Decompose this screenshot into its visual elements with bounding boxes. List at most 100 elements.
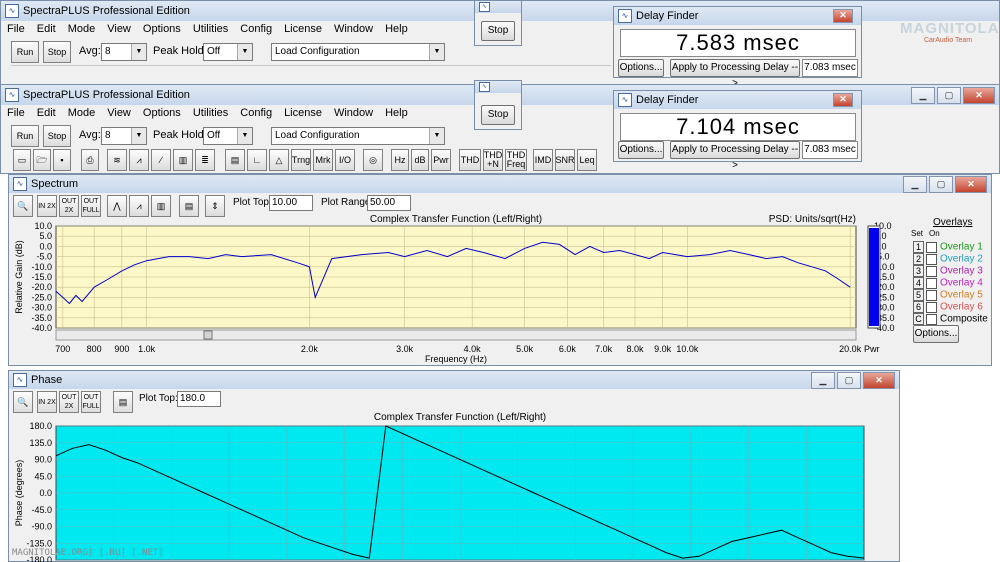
menu-help[interactable]: Help — [385, 107, 408, 119]
menu-license[interactable]: License — [284, 23, 322, 35]
thd-n-button[interactable]: THD +N — [483, 149, 503, 171]
maximize-icon[interactable]: ▢ — [937, 87, 961, 104]
delay-options-button[interactable]: Options... — [618, 59, 664, 77]
overlay-set-button[interactable]: 5 — [913, 289, 924, 301]
overlay-item[interactable]: 6 Overlay 6 — [913, 301, 983, 313]
run-button[interactable]: Run — [11, 41, 39, 63]
load-configuration-select[interactable]: Load Configuration ▼ — [271, 43, 445, 61]
close-icon[interactable]: ✕ — [955, 176, 987, 193]
menu-config[interactable]: Config — [240, 107, 272, 119]
processing-delay-field[interactable]: 7.083 msec — [802, 59, 858, 77]
overlay-item[interactable]: 3 Overlay 3 — [913, 265, 983, 277]
load-configuration-select[interactable]: Load Configuration ▼ — [271, 127, 445, 145]
menu-utilities[interactable]: Utilities — [193, 23, 228, 35]
new-file-icon[interactable]: ▭ — [13, 149, 31, 171]
leq-button[interactable]: Leq — [577, 149, 597, 171]
peak-hold-select[interactable]: Off ▼ — [203, 43, 253, 61]
waveform-icon[interactable]: ≋ — [107, 149, 127, 171]
overlay-checkbox[interactable] — [926, 301, 937, 313]
db-button[interactable]: dB — [411, 149, 429, 171]
avg-select[interactable]: 8 ▼ — [101, 127, 147, 145]
settings-panel-icon[interactable]: ▤ — [225, 149, 245, 171]
scale-icon[interactable]: ∟ — [247, 149, 267, 171]
menu-view[interactable]: View — [107, 107, 131, 119]
overlay-checkbox[interactable] — [926, 277, 937, 289]
apply-delay-button[interactable]: Apply to Processing Delay --> — [670, 59, 800, 89]
menu-window[interactable]: Window — [334, 107, 373, 119]
menu-view[interactable]: View — [107, 23, 131, 35]
chart-subtitle: PSD: Units/sqrt(Hz) — [769, 214, 856, 225]
overlay-checkbox[interactable] — [926, 241, 937, 253]
overlay-set-button[interactable]: 3 — [913, 265, 924, 277]
generator-icon[interactable]: ◎ — [363, 149, 383, 171]
open-folder-icon[interactable]: 🗁 — [33, 149, 51, 171]
minimize-icon[interactable]: ▁ — [911, 87, 935, 104]
menu-license[interactable]: License — [284, 107, 322, 119]
avg-select[interactable]: 8 ▼ — [101, 43, 147, 61]
maximize-icon[interactable]: ▢ — [837, 372, 861, 389]
apply-delay-button[interactable]: Apply to Processing Delay --> — [670, 141, 800, 171]
menu-help[interactable]: Help — [385, 23, 408, 35]
close-icon[interactable]: ✕ — [833, 9, 853, 23]
print-icon[interactable]: ⎙ — [81, 149, 99, 171]
minimize-icon[interactable]: ▁ — [903, 176, 927, 193]
overlay-checkbox[interactable] — [926, 253, 937, 265]
menu-file[interactable]: File — [7, 23, 25, 35]
phase-plot-top-input[interactable]: 180.0 — [177, 391, 221, 407]
hz-button[interactable]: Hz — [391, 149, 409, 171]
peak-hold-select[interactable]: Off ▼ — [203, 127, 253, 145]
snr-button[interactable]: SNR — [555, 149, 575, 171]
stop-dialog-button[interactable]: Stop — [481, 105, 515, 125]
imd-button[interactable]: IMD — [533, 149, 553, 171]
overlay-set-button[interactable]: 6 — [913, 301, 924, 313]
pwr-button[interactable]: Pwr — [431, 149, 451, 171]
close-icon[interactable]: ✕ — [833, 93, 853, 107]
3d-surface-icon[interactable]: ≣ — [195, 149, 215, 171]
menu-window[interactable]: Window — [334, 23, 373, 35]
overlay-item[interactable]: 2 Overlay 2 — [913, 253, 983, 265]
close-icon[interactable]: ✕ — [863, 372, 895, 389]
triangle-icon[interactable]: △ — [269, 149, 289, 171]
mrk-button[interactable]: Mrk — [313, 149, 333, 171]
overlay-item[interactable]: C Composite — [913, 313, 988, 325]
menu-utilities[interactable]: Utilities — [193, 107, 228, 119]
menu-edit[interactable]: Edit — [37, 107, 56, 119]
overlay-set-button[interactable]: 2 — [913, 253, 924, 265]
run-button[interactable]: Run — [11, 125, 39, 147]
menu-options[interactable]: Options — [143, 107, 181, 119]
overlay-set-button[interactable]: C — [913, 313, 924, 325]
overlay-set-button[interactable]: 4 — [913, 277, 924, 289]
menu-edit[interactable]: Edit — [37, 23, 56, 35]
delay-options-button[interactable]: Options... — [618, 141, 664, 159]
menu-options[interactable]: Options — [143, 23, 181, 35]
menu-config[interactable]: Config — [240, 23, 272, 35]
close-icon[interactable]: ✕ — [963, 87, 995, 104]
overlay-set-button[interactable]: 1 — [913, 241, 924, 253]
plot-range-input[interactable]: 50.00 — [367, 195, 411, 211]
overlay-item[interactable]: 5 Overlay 5 — [913, 289, 983, 301]
stop-button[interactable]: Stop — [43, 125, 71, 147]
minimize-icon[interactable]: ▁ — [811, 372, 835, 389]
plot-top-input[interactable]: 10.00 — [269, 195, 313, 211]
overlay-checkbox[interactable] — [926, 313, 937, 325]
overlay-checkbox[interactable] — [926, 289, 937, 301]
processing-delay-field[interactable]: 7.083 msec — [802, 141, 858, 159]
phase-view-icon[interactable]: ∕ — [151, 149, 171, 171]
menu-file[interactable]: File — [7, 107, 25, 119]
maximize-icon[interactable]: ▢ — [929, 176, 953, 193]
save-icon[interactable]: ▪ — [53, 149, 71, 171]
menu-mode[interactable]: Mode — [68, 23, 96, 35]
trng-button[interactable]: Trng — [291, 149, 311, 171]
overlay-item[interactable]: 1 Overlay 1 — [913, 241, 983, 253]
overlay-checkbox[interactable] — [926, 265, 937, 277]
stop-button[interactable]: Stop — [43, 41, 71, 63]
overlay-options-button[interactable]: Options... — [913, 325, 959, 343]
spectrum-view-icon[interactable]: ⩘ — [129, 149, 149, 171]
menu-mode[interactable]: Mode — [68, 107, 96, 119]
thd-freq-button[interactable]: THD Freq — [505, 149, 527, 171]
io-button[interactable]: I/O — [335, 149, 355, 171]
stop-dialog-button[interactable]: Stop — [481, 21, 515, 41]
overlay-item[interactable]: 4 Overlay 4 — [913, 277, 983, 289]
spectrogram-icon[interactable]: ▥ — [173, 149, 193, 171]
thd-button[interactable]: THD — [459, 149, 481, 171]
